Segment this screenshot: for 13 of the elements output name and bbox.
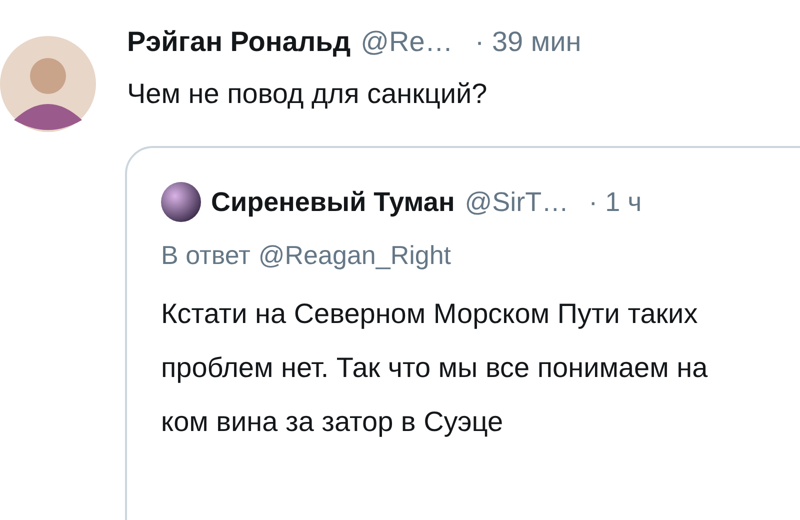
author-handle[interactable]: @Re… <box>360 22 453 62</box>
avatar[interactable] <box>0 36 96 132</box>
quoted-post-time[interactable]: · 1 ч <box>588 182 642 222</box>
reply-to-link[interactable]: @Reagan_Right <box>258 236 452 272</box>
post-time[interactable]: · 39 мин <box>474 22 582 62</box>
avatar[interactable] <box>161 182 201 222</box>
author-name[interactable]: Рэйган Рональд <box>127 22 351 62</box>
reply-to-label: В ответ <box>161 238 250 272</box>
quoted-tweet-text: Кстати на Северном Морском Пути таких проблем нет. Так что мы все понимаем на ком вина за затор в Суэце <box>161 296 709 439</box>
tweet-text: Чем не повод для санкций? <box>127 77 488 111</box>
quoted-author-name[interactable]: Сиреневый Туман <box>211 183 455 222</box>
quoted-author-handle[interactable]: @SirT… <box>464 182 569 222</box>
quoted-tweet-card[interactable]: Сиреневый Туман @SirT… · 1 ч В ответ @Reagan_Right Кстати на Северном Морском Пути таких проблем нет. Так что мы все понимаем на ком вина за затор в Суэце <box>125 146 800 520</box>
